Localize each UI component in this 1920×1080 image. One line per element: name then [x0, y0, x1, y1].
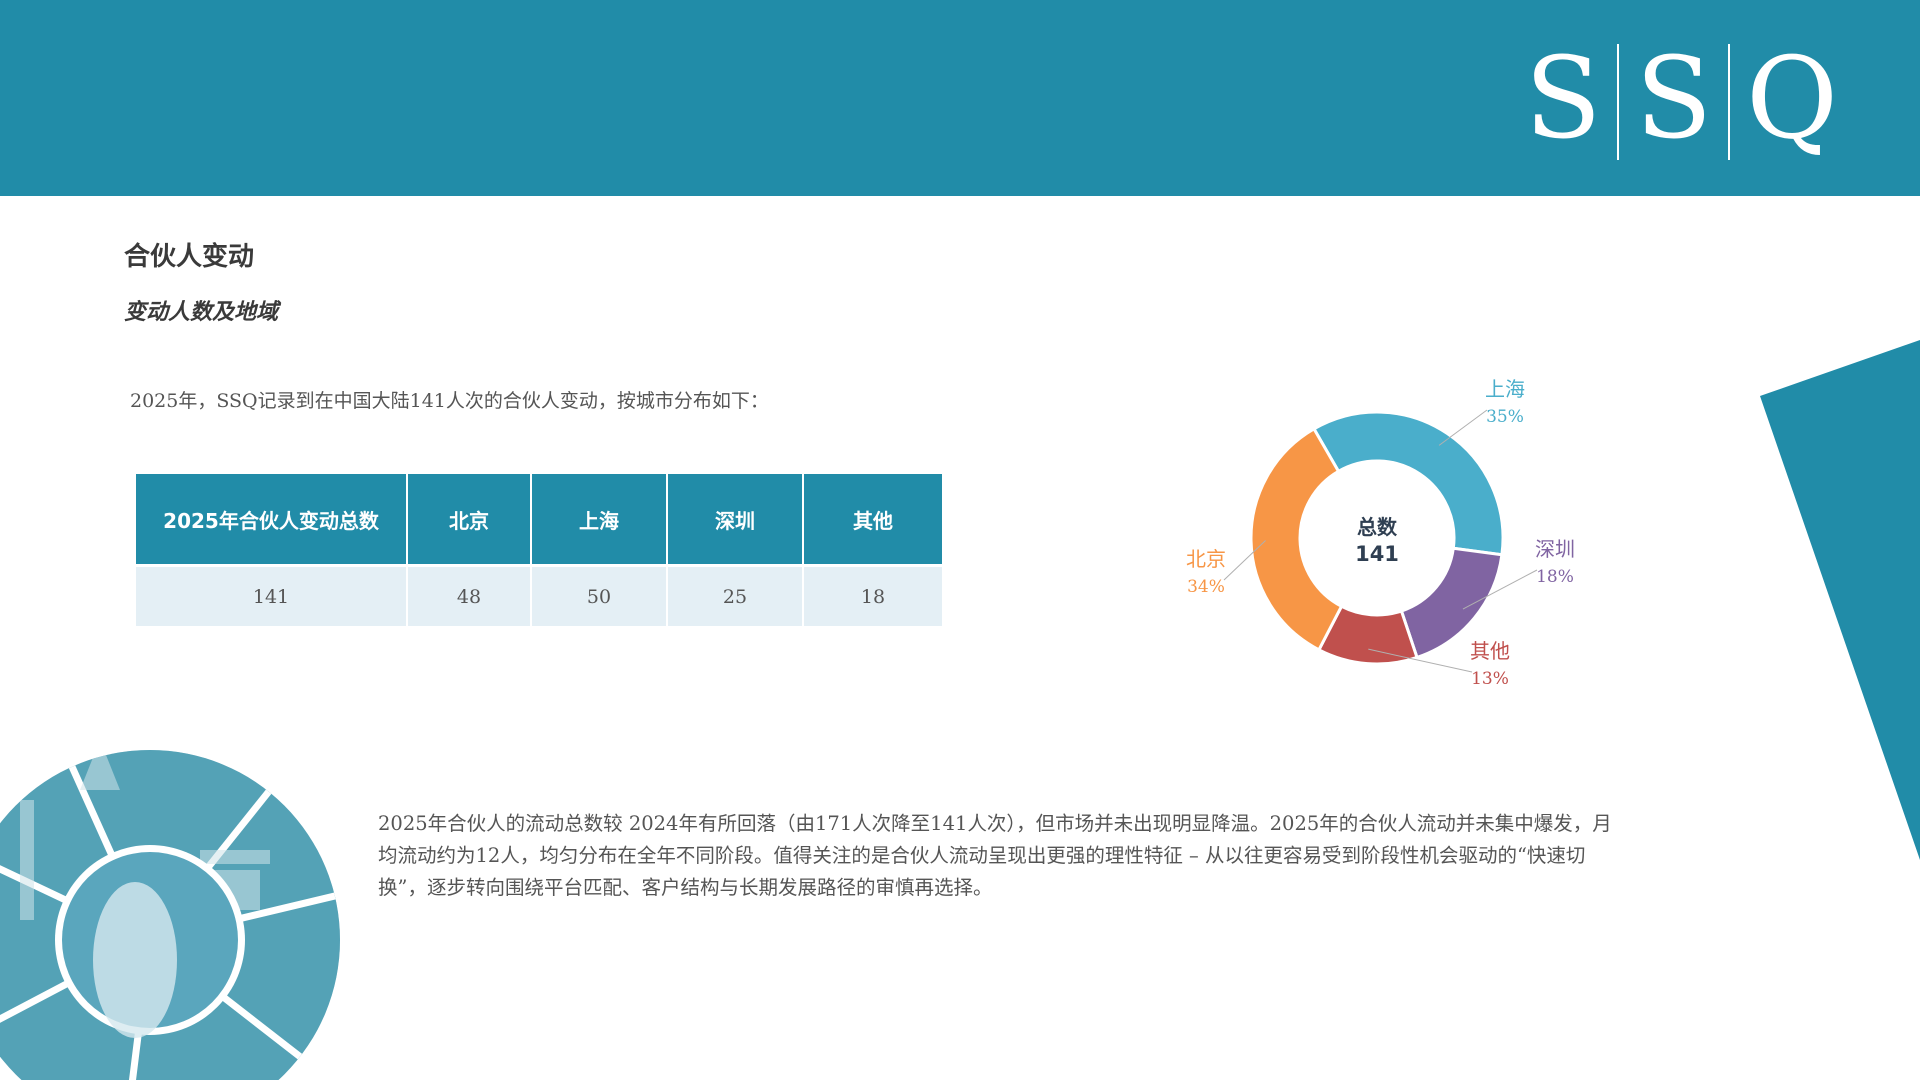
donut-slice-percent: 35%	[1486, 407, 1524, 427]
donut-slice-label: 深圳	[1535, 537, 1575, 561]
donut-slice-label: 其他	[1470, 639, 1510, 663]
donut-slice-percent: 13%	[1471, 669, 1509, 689]
logo-divider	[1728, 44, 1731, 160]
header-banner: S S Q	[0, 0, 1920, 196]
logo-letter: S	[1635, 34, 1713, 164]
city-landmarks-collage	[0, 750, 340, 1080]
donut-leader-line	[1438, 409, 1488, 446]
donut-slice-percent: 18%	[1536, 567, 1574, 587]
city-donut-chart: 上海 35% 深圳 18% 其他 13% 北京 34% 总数 141	[1186, 377, 1575, 689]
table-row: 141 48 50 25 18	[136, 564, 942, 626]
section-subtitle: 变动人数及地域	[124, 300, 279, 325]
donut-center-label: 总数	[1357, 515, 1398, 539]
table-header-total: 2025年合伙人变动总数	[136, 474, 408, 564]
ssq-logo: S S Q	[1511, 38, 1852, 160]
section-title: 合伙人变动	[124, 242, 255, 272]
table-cell-shanghai: 50	[532, 564, 668, 626]
table-cell-total: 141	[136, 564, 408, 626]
partner-change-table: 2025年合伙人变动总数 北京 上海 深圳 其他 141 48 50 25 18	[136, 474, 942, 626]
intro-text: 2025年，SSQ记录到在中国大陆141人次的合伙人变动，按城市分布如下：	[130, 390, 769, 412]
table-header-shenzhen: 深圳	[668, 474, 804, 564]
table-header-other: 其他	[804, 474, 942, 564]
decorative-teal-shape	[1760, 340, 1920, 860]
logo-letter: S	[1524, 34, 1602, 164]
table-cell-shenzhen: 25	[668, 564, 804, 626]
donut-slice-percent: 34%	[1187, 577, 1225, 597]
analysis-paragraph: 2025年合伙人的流动总数较 2024年有所回落（由171人次降至141人次），…	[378, 812, 1612, 899]
table-header-shanghai: 上海	[532, 474, 668, 564]
donut-slice-label: 上海	[1485, 377, 1525, 401]
table-cell-other: 18	[804, 564, 942, 626]
logo-letter: Q	[1746, 34, 1838, 164]
table-header-row: 2025年合伙人变动总数 北京 上海 深圳 其他	[136, 474, 942, 564]
table-cell-beijing: 48	[408, 564, 532, 626]
donut-slice-3	[1249, 426, 1344, 652]
donut-slice-label: 北京	[1186, 547, 1226, 571]
donut-slice-0	[1311, 410, 1505, 557]
logo-divider	[1617, 44, 1620, 160]
table-header-beijing: 北京	[408, 474, 532, 564]
donut-center-value: 141	[1355, 542, 1399, 566]
